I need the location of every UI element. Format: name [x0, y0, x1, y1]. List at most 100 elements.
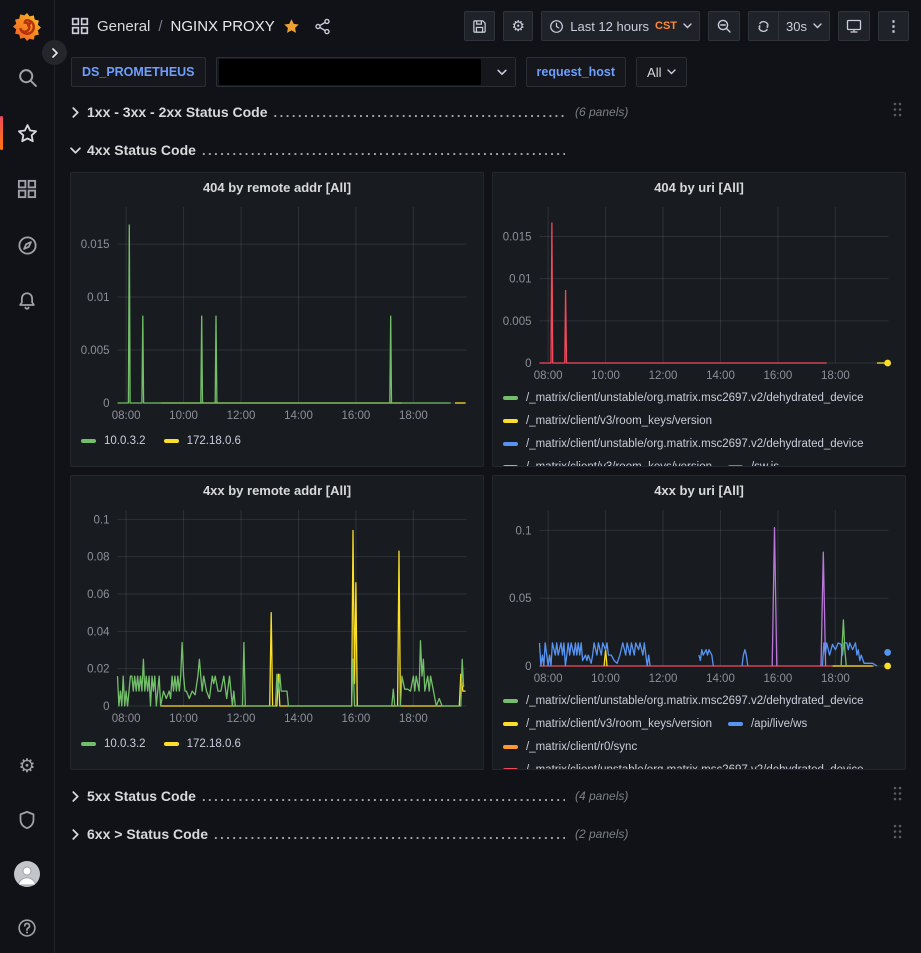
svg-text:0.005: 0.005 — [503, 316, 532, 328]
svg-text:0: 0 — [525, 358, 531, 370]
breadcrumb-title[interactable]: NGINX PROXY — [171, 18, 275, 35]
legend-item[interactable]: /_matrix/client/unstable/org.matrix.msc2… — [503, 761, 864, 769]
legend-item[interactable]: /_matrix/client/v3/room_keys/version — [503, 715, 712, 733]
legend-item[interactable]: /api/live/ws — [728, 715, 807, 733]
svg-text:08:00: 08:00 — [112, 713, 141, 725]
sidebar-expand-toggle[interactable] — [42, 40, 67, 65]
share-icon[interactable] — [314, 18, 331, 35]
sidebar-item-starred[interactable] — [0, 118, 55, 148]
chart-404-by-remote-addr[interactable]: 00.0050.010.01508:0010:0012:0014:0016:00… — [71, 201, 483, 423]
sidebar-item-configuration[interactable]: ⚙ — [0, 751, 55, 781]
row-drag-handle[interactable] — [893, 786, 902, 807]
save-dashboard-button[interactable] — [464, 11, 495, 41]
row-drag-handle[interactable] — [893, 824, 902, 845]
favorite-star-icon[interactable] — [283, 18, 300, 35]
chevron-down-icon — [70, 145, 81, 156]
panel-title[interactable]: 4xx by remote addr [All] — [71, 476, 483, 504]
legend-label: /_matrix/client/unstable/org.matrix.msc2… — [526, 695, 864, 707]
request-host-label-text: request_host — [537, 65, 616, 79]
legend-item[interactable]: 172.18.0.6 — [164, 735, 241, 753]
legend-item[interactable]: /_matrix/client/unstable/org.matrix.msc2… — [503, 435, 864, 453]
legend-label: /sw.js — [751, 461, 779, 466]
svg-text:12:00: 12:00 — [227, 713, 256, 725]
sidebar-item-search[interactable] — [0, 62, 55, 92]
more-options-button[interactable]: ⋮ — [878, 11, 909, 41]
chevron-down-icon — [667, 69, 676, 75]
save-icon — [472, 19, 487, 34]
star-icon — [17, 123, 38, 144]
legend-item[interactable]: 172.18.0.6 — [164, 432, 241, 450]
legend-item[interactable]: /sw.js — [728, 458, 779, 466]
refresh-button[interactable] — [748, 11, 778, 41]
legend-item[interactable]: /_matrix/client/unstable/org.matrix.msc2… — [503, 389, 864, 407]
svg-text:0.02: 0.02 — [87, 664, 109, 676]
row-title: 1xx - 3xx - 2xx Status Code — [87, 104, 268, 120]
datasource-variable-label[interactable]: DS_PROMETHEUS — [71, 57, 206, 87]
row-title: 6xx > Status Code — [87, 826, 208, 842]
dashboard-header: General / NGINX PROXY ⚙ Last 12 hours CS… — [55, 0, 921, 52]
legend-swatch — [164, 439, 179, 443]
legend-item[interactable]: /_matrix/client/r0/sync — [503, 738, 637, 756]
zoom-out-button[interactable] — [708, 11, 740, 41]
chart-4xx-by-uri[interactable]: 00.050.108:0010:0012:0014:0016:0018:00 — [493, 504, 905, 686]
row-5xx[interactable]: 5xx Status Code.........................… — [70, 782, 906, 810]
row-6xx[interactable]: 6xx > Status Code.......................… — [70, 820, 906, 848]
request-host-variable-label[interactable]: request_host — [526, 57, 627, 87]
panel-title[interactable]: 4xx by uri [All] — [493, 476, 905, 504]
timezone-label: CST — [655, 20, 677, 32]
legend-item[interactable]: /_matrix/client/v3/room_keys/version — [503, 458, 712, 466]
dashboard-content: 1xx - 3xx - 2xx Status Code.............… — [55, 92, 921, 953]
svg-text:10:00: 10:00 — [169, 410, 198, 422]
legend-label: 172.18.0.6 — [187, 435, 241, 447]
chevron-down-icon — [497, 69, 507, 76]
dashboard-settings-button[interactable]: ⚙ — [503, 11, 533, 41]
legend-item[interactable]: 10.0.3.2 — [81, 735, 146, 753]
search-icon — [17, 67, 38, 88]
refresh-interval-picker[interactable]: 30s — [778, 11, 830, 41]
legend-item[interactable]: 10.0.3.2 — [81, 432, 146, 450]
svg-text:0: 0 — [103, 701, 109, 713]
legend-item[interactable]: /_matrix/client/unstable/org.matrix.msc2… — [503, 692, 864, 710]
panel-title[interactable]: 404 by remote addr [All] — [71, 173, 483, 201]
row-1xx-3xx-2xx[interactable]: 1xx - 3xx - 2xx Status Code.............… — [70, 98, 906, 126]
legend-item[interactable]: /_matrix/client/v3/room_keys/version — [503, 412, 712, 430]
chart-404-by-uri[interactable]: 00.0050.010.01508:0010:0012:0014:0016:00… — [493, 201, 905, 383]
monitor-icon — [846, 18, 862, 34]
time-range-picker[interactable]: Last 12 hours CST — [541, 11, 700, 41]
legend-swatch — [81, 439, 96, 443]
tv-mode-button[interactable] — [838, 11, 870, 41]
datasource-variable-select[interactable] — [216, 57, 516, 87]
panel-4xx-by-remote-addr: 4xx by remote addr [All]00.020.040.060.0… — [70, 475, 484, 770]
svg-text:0.015: 0.015 — [503, 232, 532, 244]
compass-icon — [17, 235, 38, 256]
grafana-logo-icon[interactable] — [10, 10, 44, 44]
legend-label: /_matrix/client/v3/room_keys/version — [526, 461, 712, 466]
sidebar-item-help[interactable] — [0, 913, 55, 943]
legend-label: /_matrix/client/v3/room_keys/version — [526, 415, 712, 427]
row-4xx[interactable]: 4xx Status Code.........................… — [70, 136, 906, 164]
request-host-variable-select[interactable]: All — [636, 57, 687, 87]
breadcrumb-section[interactable]: General — [97, 18, 150, 35]
dashboards-grid-icon — [17, 179, 37, 199]
svg-text:0.1: 0.1 — [94, 514, 110, 526]
sidebar-item-explore[interactable] — [0, 230, 55, 260]
row-drag-handle[interactable] — [893, 102, 902, 123]
sidebar-item-alerting[interactable] — [0, 286, 55, 316]
row-title: 4xx Status Code — [87, 142, 196, 158]
request-host-value: All — [647, 65, 661, 80]
panel-404-by-remote-addr: 404 by remote addr [All]00.0050.010.0150… — [70, 172, 484, 467]
sidebar-item-dashboards[interactable] — [0, 174, 55, 204]
svg-text:0.05: 0.05 — [509, 593, 531, 605]
chevron-right-icon — [50, 48, 60, 58]
chevron-right-icon — [70, 107, 81, 118]
sidebar-item-profile[interactable] — [0, 859, 55, 889]
chevron-down-icon — [683, 23, 692, 29]
person-icon — [14, 861, 40, 887]
legend-swatch — [503, 465, 518, 466]
kebab-icon: ⋮ — [886, 19, 901, 34]
gear-icon: ⚙ — [512, 19, 525, 34]
svg-text:10:00: 10:00 — [169, 713, 198, 725]
sidebar-item-server-admin[interactable] — [0, 805, 55, 835]
panel-title[interactable]: 404 by uri [All] — [493, 173, 905, 201]
chart-4xx-by-remote-addr[interactable]: 00.020.040.060.080.108:0010:0012:0014:00… — [71, 504, 483, 726]
